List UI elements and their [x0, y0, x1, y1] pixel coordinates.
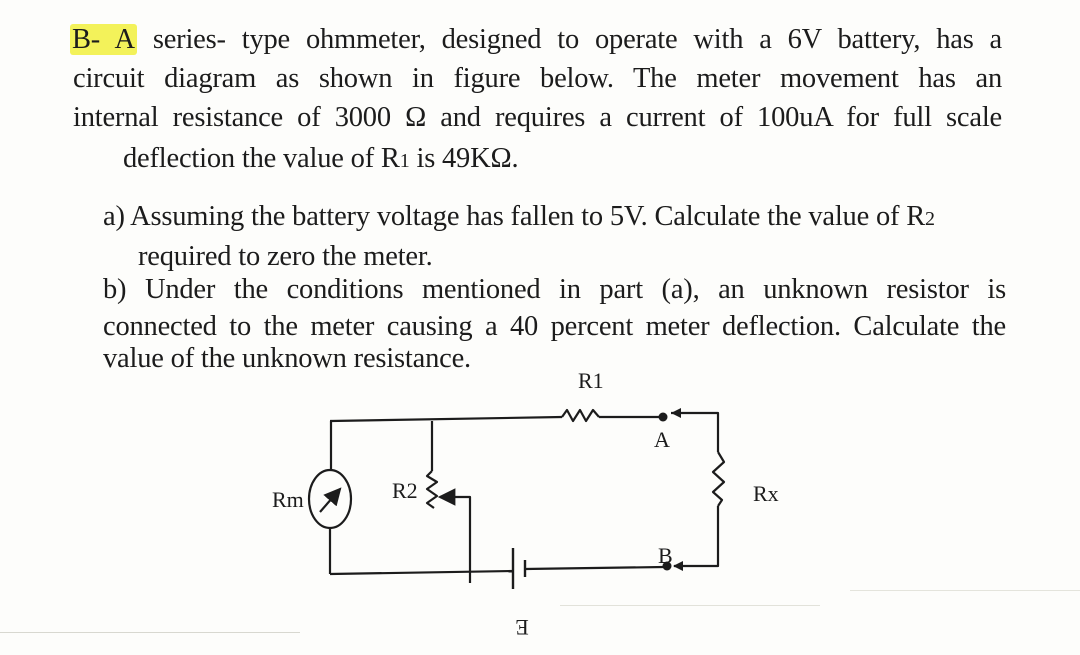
circuit-diagram: R1 A R2 Rm Rx B E: [272, 368, 779, 640]
wire-bottom-right: [524, 565, 665, 571]
wire-rx-bottom: [674, 506, 720, 568]
wire-rx-top: [671, 411, 720, 452]
scan-noise: [560, 605, 820, 606]
scan-noise: [850, 590, 1080, 591]
resistor-r1: [561, 408, 600, 423]
label-a: A: [654, 427, 670, 452]
label-r1: R1: [578, 368, 604, 393]
arrow-b: [673, 561, 683, 571]
label-e: E: [515, 615, 528, 640]
resistor-rx: [711, 451, 726, 507]
terminal-a-dot: [658, 412, 668, 422]
wire-bottom-left: [329, 569, 514, 576]
arrow-a: [671, 408, 681, 418]
wire-top: [330, 415, 563, 423]
meter-needle: [319, 487, 342, 513]
resistor-r2: [425, 470, 439, 509]
label-b: B: [658, 543, 673, 568]
wire-top-left: [329, 419, 333, 470]
scan-noise: [0, 632, 300, 633]
r2-wiper: [437, 488, 472, 583]
label-rm: Rm: [272, 487, 304, 512]
label-rx: Rx: [753, 481, 779, 506]
label-r2: R2: [392, 478, 418, 503]
